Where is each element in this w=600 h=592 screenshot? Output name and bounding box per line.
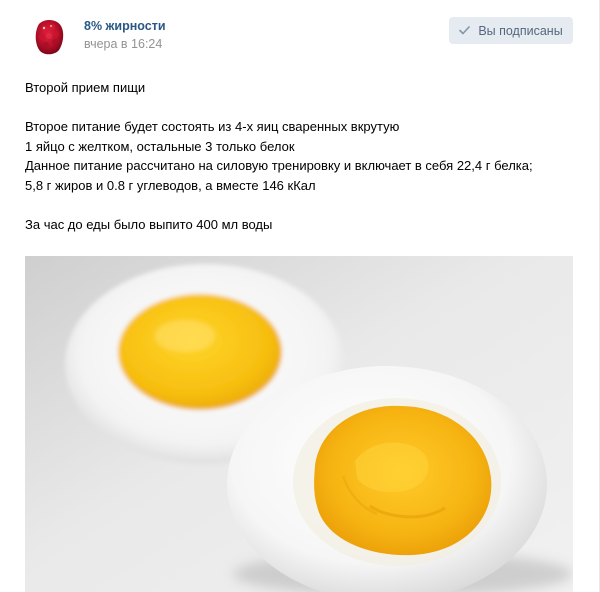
post-text-line: 1 яйцо с желтком, остальные 3 только бел… bbox=[25, 138, 295, 154]
post-text-line: За час до еды было выпито 400 мл воды bbox=[25, 216, 273, 232]
post-text-line: Данное питание рассчитано на силовую тре… bbox=[25, 158, 533, 173]
post-text-line: Второй прием пищи bbox=[25, 80, 146, 95]
post-text: Второй прием пищи Второе питание будет с… bbox=[25, 78, 580, 234]
post-author-link[interactable]: 8% жирности bbox=[84, 19, 166, 33]
post-photo[interactable] bbox=[25, 256, 573, 592]
boiled-eggs-image bbox=[25, 256, 573, 592]
post-date[interactable]: вчера в 16:24 bbox=[84, 37, 162, 51]
raspberry-avatar-icon bbox=[25, 14, 71, 60]
avatar[interactable] bbox=[25, 14, 71, 60]
subscribed-button-label: Вы подписаны bbox=[478, 23, 563, 38]
post-card: 8% жирности вчера в 16:24 Вы подписаны В… bbox=[0, 0, 600, 592]
post-text-gap bbox=[25, 98, 580, 118]
post-text-gap bbox=[25, 195, 580, 215]
post-text-line: Второе питание будет состоять из 4-х яиц… bbox=[25, 119, 400, 134]
subscribed-button[interactable]: Вы подписаны bbox=[449, 17, 573, 44]
post-text-line: 5,8 г жиров и 0.8 г углеводов, а вместе … bbox=[25, 177, 316, 193]
checkmark-icon bbox=[459, 26, 471, 35]
